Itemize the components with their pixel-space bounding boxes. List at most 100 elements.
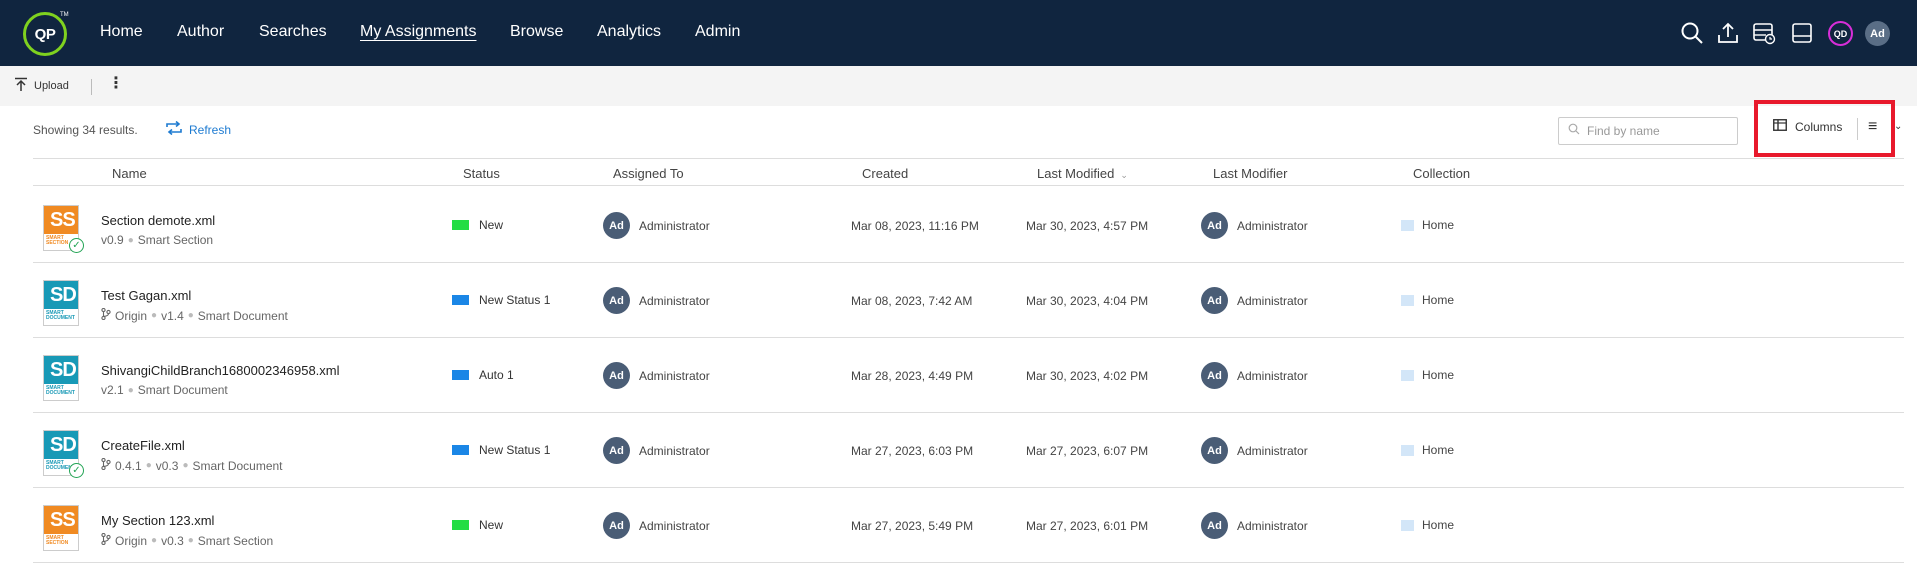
folder-icon — [1401, 444, 1414, 456]
server-clock-icon[interactable] — [1751, 20, 1777, 46]
drive-icon[interactable] — [1789, 20, 1815, 46]
table-row[interactable]: SD SMART DOCUMENT Test Gagan.xml Origin ●… — [33, 263, 1904, 338]
status-label: New — [479, 518, 504, 532]
upload-icon[interactable] — [1715, 20, 1741, 46]
collection-cell[interactable]: Home — [1401, 443, 1454, 457]
version: v0.3 — [155, 458, 179, 473]
nav-analytics[interactable]: Analytics — [597, 23, 661, 41]
status-color-swatch — [452, 520, 469, 530]
assigned-to-name: Administrator — [639, 293, 710, 308]
folder-icon — [1401, 369, 1414, 381]
assigned-to-name: Administrator — [639, 368, 710, 383]
document-thumbnail[interactable]: SD SMART DOCUMENT — [43, 355, 79, 401]
nav-browse[interactable]: Browse — [510, 23, 563, 41]
nav-admin[interactable]: Admin — [695, 23, 740, 41]
document-kind: Smart Document — [192, 458, 283, 473]
thumbnail-type: SD — [44, 356, 78, 384]
nav-my-assignments[interactable]: My Assignments — [360, 23, 476, 41]
collection-cell[interactable]: Home — [1401, 518, 1454, 532]
qp-logo[interactable]: QP — [23, 12, 67, 56]
table-row[interactable]: SS SMART SECTION ✓ Section demote.xml v0… — [33, 188, 1904, 263]
qd-avatar[interactable]: QD — [1828, 21, 1853, 46]
document-kind: Smart Document — [137, 383, 228, 397]
check-badge-icon: ✓ — [69, 238, 84, 253]
assigned-to-name: Administrator — [639, 518, 710, 533]
status-badge: Auto 1 — [452, 368, 514, 382]
collection-cell[interactable]: Home — [1401, 293, 1454, 307]
nav-home[interactable]: Home — [100, 23, 143, 41]
upload-label: Upload — [34, 79, 69, 92]
separator-dot: ● — [187, 310, 194, 321]
version: v0.3 — [161, 533, 184, 548]
sort-down-icon[interactable]: ⌄ — [1120, 170, 1128, 180]
document-name[interactable]: My Section 123.xml — [101, 513, 214, 528]
document-meta: v2.1 ● Smart Document — [101, 383, 228, 397]
chevron-down-icon[interactable]: ⌄ — [1894, 121, 1902, 132]
separator-dot: ● — [187, 535, 194, 546]
nav-searches[interactable]: Searches — [259, 23, 327, 41]
branch-name: 0.4.1 — [115, 458, 142, 473]
thumbnail-type: SD — [44, 281, 78, 309]
thumbnail-type: SD — [44, 431, 78, 459]
thumbnail-subtitle: SMART DOCUMENT — [46, 310, 75, 321]
branch-icon — [101, 307, 111, 323]
header-status[interactable]: Status — [463, 166, 500, 181]
document-thumbnail[interactable]: SD SMART DOCUMENT — [43, 280, 79, 326]
thumbnail-subtitle: SMART DOCUMENT — [46, 385, 75, 396]
search-box[interactable] — [1558, 117, 1738, 145]
created-date: Mar 28, 2023, 4:49 PM — [851, 369, 974, 383]
document-meta: 0.4.1 ● v0.3 ● Smart Document — [101, 457, 283, 473]
header-collection[interactable]: Collection — [1413, 166, 1470, 181]
separator-dot: ● — [145, 460, 152, 471]
avatar: Ad — [603, 512, 630, 539]
search-icon[interactable] — [1679, 20, 1705, 46]
highlight-box — [1754, 100, 1895, 157]
header-name[interactable]: Name — [112, 166, 147, 181]
thumbnail-subtitle: SMART SECTION — [46, 535, 69, 546]
collection-cell[interactable]: Home — [1401, 368, 1454, 382]
header-last-modified[interactable]: Last Modified ⌄ — [1037, 166, 1128, 181]
header-last-modifier[interactable]: Last Modifier — [1213, 166, 1287, 181]
modified-date: Mar 30, 2023, 4:04 PM — [1026, 294, 1149, 308]
collection-cell[interactable]: Home — [1401, 218, 1454, 232]
collection-name: Home — [1422, 443, 1455, 457]
header-created[interactable]: Created — [862, 166, 908, 181]
user-avatar[interactable]: Ad — [1865, 21, 1890, 46]
more-vertical-icon[interactable]: ⋮ — [108, 76, 124, 92]
table-row[interactable]: SD SMART DOCUMENT ShivangiChildBranch168… — [33, 338, 1904, 413]
status-badge: New — [452, 218, 503, 232]
branch-name: Origin — [115, 533, 148, 548]
last-modifier-name: Administrator — [1237, 368, 1308, 383]
document-name[interactable]: ShivangiChildBranch1680002346958.xml — [101, 363, 340, 378]
nav-author[interactable]: Author — [177, 23, 224, 41]
folder-icon — [1401, 219, 1414, 231]
status-badge: New Status 1 — [452, 293, 550, 307]
folder-icon — [1401, 294, 1414, 306]
status-label: New Status 1 — [479, 293, 551, 307]
created-date: Mar 08, 2023, 7:42 AM — [851, 294, 973, 308]
refresh-button[interactable]: Refresh — [165, 120, 231, 138]
table-row[interactable]: SD SMART DOCUMENT ✓ CreateFile.xml 0.4.1… — [33, 413, 1904, 488]
upload-button[interactable]: Upload — [14, 77, 69, 94]
status-badge: New Status 1 — [452, 443, 550, 457]
avatar: Ad — [1201, 212, 1228, 239]
document-thumbnail[interactable]: SS SMART SECTION — [43, 505, 79, 551]
last-modifier-cell: Ad Administrator — [1201, 512, 1308, 539]
document-name[interactable]: Section demote.xml — [101, 213, 215, 228]
status-color-swatch — [452, 295, 469, 305]
document-kind: Smart Document — [197, 308, 288, 323]
header-assigned-to[interactable]: Assigned To — [613, 166, 684, 181]
search-small-icon — [1568, 122, 1580, 140]
last-modifier-name: Administrator — [1237, 443, 1308, 458]
branch-icon — [101, 532, 111, 548]
table-row[interactable]: SS SMART SECTION My Section 123.xml Orig… — [33, 488, 1904, 563]
status-color-swatch — [452, 445, 469, 455]
table-header: Name Status Assigned To Created Last Mod… — [33, 158, 1904, 186]
last-modifier-name: Administrator — [1237, 518, 1308, 533]
document-name[interactable]: CreateFile.xml — [101, 438, 185, 453]
find-by-name-input[interactable] — [1587, 124, 1727, 138]
document-name[interactable]: Test Gagan.xml — [101, 288, 191, 303]
assigned-to-name: Administrator — [639, 443, 710, 458]
thumbnail-type: SS — [44, 206, 78, 234]
top-navbar: QP TM Home Author Searches My Assignment… — [0, 0, 1917, 66]
